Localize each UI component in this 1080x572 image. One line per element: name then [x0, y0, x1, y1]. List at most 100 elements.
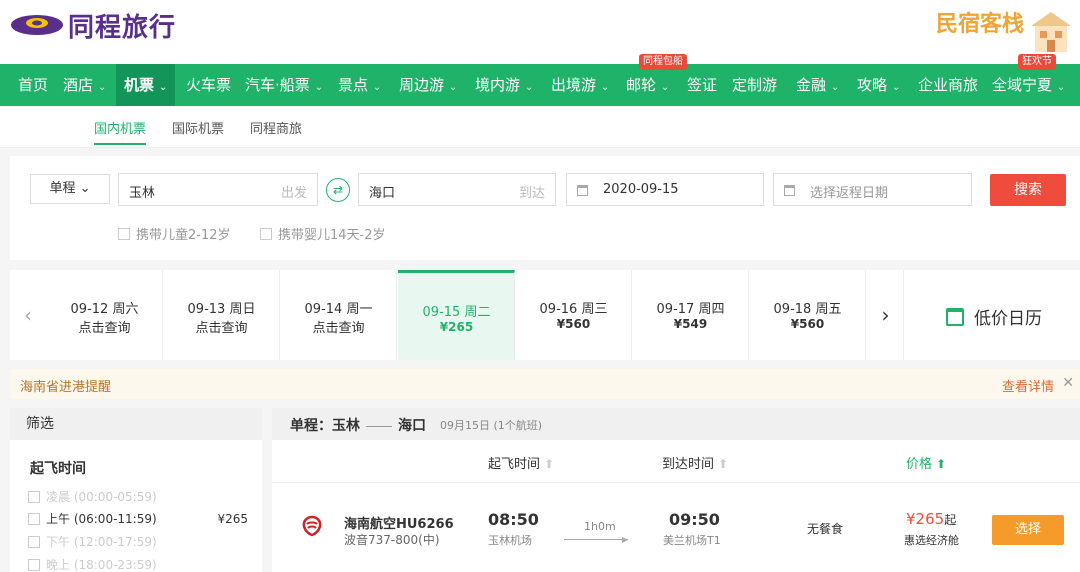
- trip-type-value: 单程: [49, 181, 76, 196]
- nav-outbound-tour[interactable]: 出境游 ⌄: [551, 64, 609, 106]
- main-nav: 首页 酒店 ⌄ 机票 ⌄ 火车票 汽车·船票 ⌄ 景点 ⌄ 周边游 ⌄ 境内游 ⌄ 出境游 ⌄…: [0, 64, 1080, 106]
- nav-hotel[interactable]: 酒店 ⌄: [63, 64, 106, 106]
- calendar-icon: [577, 185, 588, 196]
- low-price-calendar-link[interactable]: 低价日历: [946, 304, 1042, 329]
- low-price-calendar-label: 低价日历: [974, 309, 1042, 329]
- checkbox-box: [118, 227, 130, 240]
- swap-cities-icon[interactable]: ⇄: [326, 178, 350, 202]
- date-price: 点击查询: [312, 321, 365, 336]
- filter-row-label: 上午 (06:00-11:59): [46, 512, 157, 526]
- nav-label: 周边游: [399, 76, 445, 94]
- checkbox-box: [28, 512, 40, 525]
- arrival-airport: 美兰机场T1: [663, 534, 721, 547]
- nav-label: 签证: [687, 76, 718, 94]
- nav-visa[interactable]: 签证: [687, 64, 717, 106]
- depart-date-input[interactable]: 2020-09-15: [566, 173, 764, 206]
- departure-time-title: 起飞时间: [30, 461, 86, 477]
- sort-price[interactable]: 价格 ⬆: [906, 453, 946, 472]
- return-date-input[interactable]: 选择返程日期: [773, 173, 972, 206]
- nav-domestic-tour[interactable]: 境内游 ⌄: [475, 64, 533, 106]
- checkbox-box: [28, 535, 40, 548]
- date-price: ¥560: [790, 317, 825, 331]
- filter-row-price: ¥265: [217, 511, 248, 526]
- chevron-down-icon: ⌄: [98, 82, 107, 93]
- arrow-up-icon: ⬆: [544, 457, 555, 471]
- nav-home[interactable]: 首页: [18, 64, 48, 106]
- child-checkbox-label: 携带儿童2-12岁: [136, 228, 231, 243]
- filter-row-early-morning[interactable]: 凌晨 (00:00-05:59): [28, 488, 248, 505]
- flight-subtabs: 国内机票 国际机票 同程商旅: [0, 106, 1080, 148]
- date-label: 09-18 周五: [773, 302, 842, 317]
- nav-label: 邮轮: [626, 76, 657, 94]
- infant-checkbox[interactable]: 携带婴儿14天-2岁: [260, 224, 386, 243]
- cabin-class: 惠选经济舱: [904, 534, 959, 547]
- date-cell-0918[interactable]: 09-18 周五 ¥560: [749, 270, 866, 360]
- nav-flight[interactable]: 机票 ⌄: [116, 64, 176, 106]
- date-cell-0917[interactable]: 09-17 周四 ¥549: [632, 270, 749, 360]
- nav-label: 景点: [338, 76, 369, 94]
- close-icon[interactable]: ✕: [1062, 375, 1074, 391]
- date-cell-0914[interactable]: 09-14 周一 点击查询: [280, 270, 397, 360]
- date-cell-0912[interactable]: 09-12 周六 点击查询: [46, 270, 163, 360]
- nav-label: 攻略: [857, 76, 888, 94]
- nav-finance[interactable]: 金融 ⌄: [796, 64, 839, 106]
- to-city-input[interactable]: 海口 到达: [358, 173, 556, 206]
- filter-row-evening[interactable]: 晚上 (18:00-23:59): [28, 556, 248, 572]
- date-price-strip: ‹ 09-12 周六 点击查询 09-13 周日 点击查询 09-14 周一 点击查询…: [10, 270, 1080, 360]
- nav-label: 金融: [796, 76, 827, 94]
- route-title: 单程：玉林 海口: [290, 415, 426, 435]
- from-city-input[interactable]: 玉林 出发: [118, 173, 318, 206]
- date-label: 09-17 周四: [656, 302, 725, 317]
- nav-custom-tour[interactable]: 定制游: [732, 64, 777, 106]
- site-logo[interactable]: 同程旅行: [10, 8, 176, 43]
- col-label: 价格: [906, 457, 933, 472]
- flight-price: ¥265起: [906, 510, 956, 528]
- chevron-left-icon[interactable]: ‹: [10, 270, 46, 360]
- tab-business-travel[interactable]: 同程商旅: [250, 118, 302, 137]
- tab-international-flight[interactable]: 国际机票: [172, 118, 224, 137]
- chevron-right-icon[interactable]: ›: [868, 270, 904, 360]
- nav-train[interactable]: 火车票: [186, 64, 231, 106]
- sort-arrive-time[interactable]: 到达时间 ⬆: [662, 453, 728, 472]
- select-flight-button[interactable]: 选择: [992, 515, 1064, 545]
- nav-label: 全域宁夏: [992, 76, 1053, 94]
- flight-search-panel: 单程 ⌄ 玉林 出发 ⇄ 海口 到达 2020-09-15 选择返程日期 搜索 …: [10, 156, 1080, 260]
- nav-business-travel[interactable]: 企业商旅: [918, 64, 978, 106]
- route-from: 玉林: [332, 418, 360, 434]
- nav-label: 境内游: [475, 76, 521, 94]
- chevron-down-icon: ⌄: [79, 181, 91, 196]
- route-to: 海口: [398, 418, 426, 434]
- nav-nearby[interactable]: 周边游 ⌄: [399, 64, 457, 106]
- nav-label: 火车票: [186, 76, 232, 94]
- date-cell-0913[interactable]: 09-13 周日 点击查询: [163, 270, 280, 360]
- bnb-banner[interactable]: 民宿客栈: [930, 0, 1080, 64]
- filter-row-afternoon[interactable]: 下午 (12:00-17:59): [28, 533, 248, 550]
- to-city-hint: 到达: [518, 186, 545, 201]
- date-cell-0915[interactable]: 09-15 周二 ¥265: [398, 270, 515, 360]
- sort-depart-time[interactable]: 起飞时间 ⬆: [488, 453, 554, 472]
- search-button[interactable]: 搜索: [990, 174, 1066, 206]
- child-checkbox[interactable]: 携带儿童2-12岁: [118, 224, 231, 243]
- cruise-tag: 同程包船: [639, 54, 687, 70]
- nav-cruise[interactable]: 邮轮 ⌄: [626, 64, 669, 106]
- flight-duration: 1h0m: [584, 520, 616, 533]
- nav-guide[interactable]: 攻略 ⌄: [857, 64, 900, 106]
- date-label: 09-13 周日: [187, 302, 256, 317]
- date-price: ¥265: [439, 320, 474, 334]
- tab-domestic-flight[interactable]: 国内机票: [94, 118, 147, 145]
- nav-label: 企业商旅: [918, 76, 979, 94]
- hainan-airlines-logo-icon: [302, 515, 322, 537]
- airline-flight-number: 海南航空HU6266: [344, 517, 454, 532]
- route-count: (1个航班): [493, 419, 543, 432]
- nav-ningxia[interactable]: 全域宁夏 ⌄: [992, 64, 1065, 106]
- meal-info: 无餐食: [807, 522, 844, 536]
- filter-row-label: 晚上 (18:00-23:59): [46, 558, 157, 572]
- nav-bus-ship[interactable]: 汽车·船票 ⌄: [245, 64, 323, 106]
- price-value: ¥265: [906, 510, 945, 528]
- trip-type-select[interactable]: 单程 ⌄: [30, 174, 110, 204]
- filter-row-morning[interactable]: 上午 (06:00-11:59) ¥265: [28, 510, 248, 527]
- date-cell-0916[interactable]: 09-16 周三 ¥560: [515, 270, 632, 360]
- nav-attractions[interactable]: 景点 ⌄: [338, 64, 381, 106]
- bnb-text: 民宿客栈: [936, 12, 1025, 37]
- notice-details-link[interactable]: 查看详情: [1002, 376, 1054, 395]
